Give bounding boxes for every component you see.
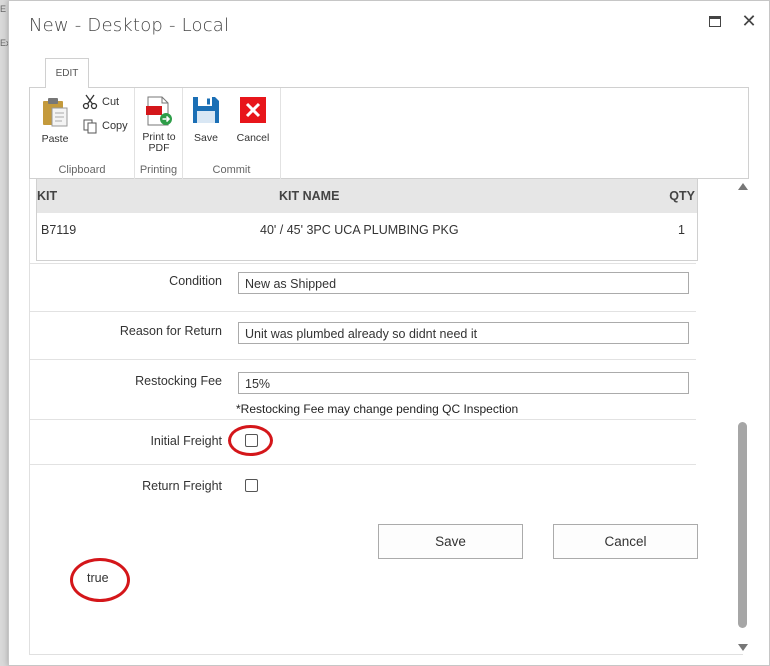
kit-table: KIT KIT NAME QTY B7119 40' / 45' 3PC UCA… — [36, 179, 698, 261]
table-row: B7119 40' / 45' 3PC UCA PLUMBING PKG 1 — [37, 213, 697, 259]
print-to-pdf-button[interactable]: Print to PDF — [138, 96, 180, 154]
dialog-title: New - Desktop - Local — [29, 15, 230, 36]
floppy-disk-icon — [193, 97, 219, 123]
paste-label: Paste — [41, 133, 69, 145]
close-button[interactable]: ✕ — [739, 11, 759, 31]
restocking-label: Restocking Fee — [135, 374, 222, 388]
condition-input[interactable]: New as Shipped — [238, 272, 689, 294]
return-freight-checkbox[interactable] — [245, 479, 258, 492]
ribbon-save-label: Save — [194, 132, 218, 144]
cell-kit: B7119 — [41, 223, 77, 237]
clipboard-group: Paste Cut Copy Clipboard — [30, 88, 135, 180]
paste-icon — [43, 98, 68, 127]
return-freight-row: Return Freight — [30, 464, 696, 654]
scroll-up-arrow-icon[interactable] — [738, 183, 748, 190]
vertical-scrollbar[interactable] — [736, 179, 750, 655]
ribbon-cancel-button[interactable]: Cancel — [233, 96, 273, 144]
new-item-dialog: New - Desktop - Local ✕ EDIT Paste Cut C… — [8, 0, 770, 666]
clipboard-group-label: Clipboard — [58, 164, 106, 176]
background-text: E — [0, 4, 7, 14]
commit-group: Save Cancel Commit — [183, 88, 281, 180]
cell-kit-name: 40' / 45' 3PC UCA PLUMBING PKG — [260, 223, 459, 237]
maximize-button[interactable] — [705, 11, 725, 31]
printing-group-label: Printing — [139, 164, 178, 176]
copy-button[interactable]: Copy — [82, 118, 128, 134]
paste-button[interactable]: Paste — [40, 96, 70, 145]
reason-label: Reason for Return — [119, 324, 222, 338]
condition-label: Condition — [169, 274, 222, 288]
header-kit: KIT — [37, 189, 58, 203]
initial-freight-checkbox[interactable] — [245, 434, 258, 447]
header-qty: QTY — [669, 189, 695, 203]
print-label-line2: PDF — [148, 142, 170, 154]
ribbon-save-button[interactable]: Save — [191, 96, 221, 144]
print-pdf-icon — [146, 96, 172, 126]
output-value: true — [87, 571, 109, 585]
scroll-down-arrow-icon[interactable] — [738, 644, 748, 651]
reason-input[interactable]: Unit was plumbed already so didnt need i… — [238, 322, 689, 344]
reason-row: Reason for Return Unit was plumbed alrea… — [30, 311, 696, 359]
form-content: KIT KIT NAME QTY B7119 40' / 45' 3PC UCA… — [29, 179, 743, 655]
copy-icon — [83, 119, 97, 134]
ribbon-cancel-label: Cancel — [236, 132, 270, 144]
condition-row: Condition New as Shipped — [30, 263, 696, 311]
cut-label: Cut — [102, 96, 120, 108]
close-icon: ✕ — [741, 10, 757, 31]
return-freight-label: Return Freight — [142, 479, 222, 493]
initial-freight-row: Initial Freight — [30, 419, 696, 464]
tab-edit[interactable]: EDIT — [45, 58, 89, 88]
restocking-note: *Restocking Fee may change pending QC In… — [236, 402, 519, 416]
cut-button[interactable]: Cut — [82, 94, 119, 110]
ribbon: Paste Cut Copy Clipboard Print to PDF Pr… — [29, 87, 749, 180]
cancel-button[interactable]: Cancel — [553, 524, 698, 559]
kit-table-header: KIT KIT NAME QTY — [37, 179, 697, 213]
cell-qty: 1 — [678, 223, 685, 237]
save-button[interactable]: Save — [378, 524, 523, 559]
copy-label: Copy — [102, 120, 128, 132]
scroll-thumb[interactable] — [738, 422, 747, 628]
restocking-input[interactable]: 15% — [238, 372, 689, 394]
initial-freight-label: Initial Freight — [150, 434, 222, 448]
scissors-icon — [82, 94, 98, 110]
restocking-row: Restocking Fee 15% *Restocking Fee may c… — [30, 359, 696, 419]
printing-group: Print to PDF Printing — [135, 88, 183, 180]
header-kit-name: KIT NAME — [279, 189, 340, 203]
maximize-icon — [709, 15, 721, 27]
cancel-x-icon — [240, 97, 266, 123]
commit-group-label: Commit — [212, 164, 251, 176]
